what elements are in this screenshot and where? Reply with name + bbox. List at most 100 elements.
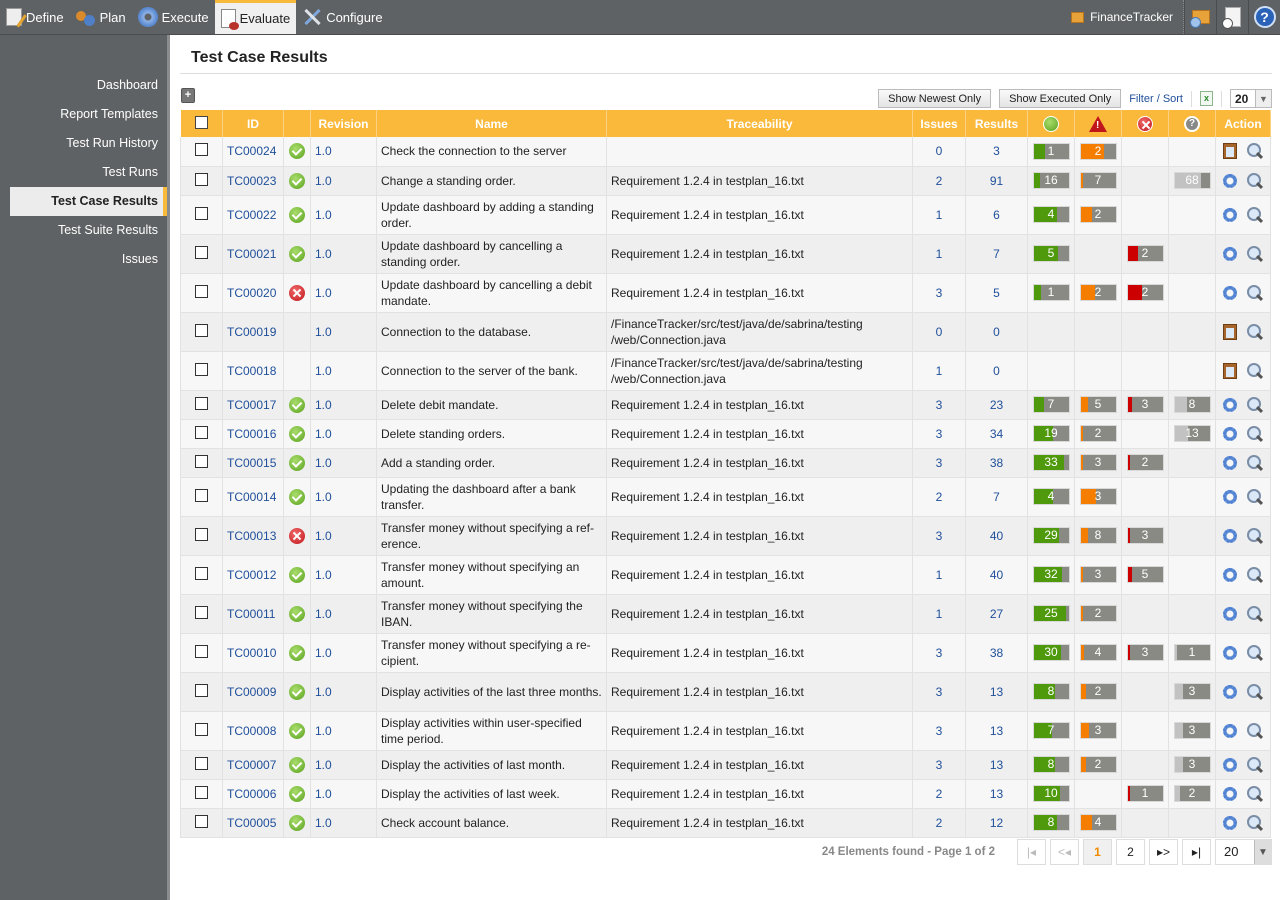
unknown-result-bar[interactable]: 3 — [1173, 722, 1211, 739]
view-details-magnifier-icon[interactable] — [1247, 323, 1263, 340]
test-case-id-link[interactable]: TC00011 — [227, 607, 275, 621]
results-count[interactable]: 13 — [965, 779, 1028, 809]
nav-configure[interactable]: Configure — [296, 0, 388, 34]
issues-count[interactable]: 3 — [912, 419, 966, 449]
view-details-magnifier-icon[interactable] — [1247, 722, 1263, 739]
revision-link[interactable]: 1.0 — [315, 724, 332, 738]
revision-link[interactable]: 1.0 — [315, 247, 332, 261]
issues-count[interactable]: 2 — [912, 808, 966, 838]
execute-gear-icon[interactable] — [1223, 285, 1237, 300]
row-checkbox[interactable] — [195, 756, 208, 770]
failed-result-bar[interactable]: 3 — [1126, 644, 1164, 661]
show-executed-only-button[interactable]: Show Executed Only — [999, 89, 1122, 108]
execute-gear-icon[interactable] — [1223, 397, 1237, 412]
header-unknown[interactable]: ? — [1168, 110, 1216, 137]
view-details-magnifier-icon[interactable] — [1247, 814, 1263, 831]
view-details-magnifier-icon[interactable] — [1247, 488, 1263, 505]
row-checkbox[interactable] — [195, 396, 208, 410]
results-count[interactable]: 0 — [965, 312, 1028, 352]
row-checkbox[interactable] — [195, 362, 208, 376]
issues-count[interactable]: 1 — [912, 351, 966, 391]
failed-result-bar[interactable]: 2 — [1126, 245, 1164, 262]
failed-result-bar[interactable]: 3 — [1126, 527, 1164, 544]
passed-result-bar[interactable]: 8 — [1032, 814, 1070, 831]
results-count[interactable]: 34 — [965, 419, 1028, 449]
row-checkbox[interactable] — [195, 814, 208, 828]
failed-result-bar[interactable]: 2 — [1126, 284, 1164, 301]
failed-result-bar[interactable]: 1 — [1126, 785, 1164, 802]
revision-link[interactable]: 1.0 — [315, 816, 332, 830]
view-details-magnifier-icon[interactable] — [1247, 527, 1263, 544]
nav-evaluate[interactable]: Evaluate — [214, 0, 297, 34]
warn-result-bar[interactable]: 4 — [1079, 644, 1117, 661]
execute-clipboard-icon[interactable] — [1223, 323, 1237, 340]
unknown-result-bar[interactable]: 8 — [1173, 396, 1211, 413]
results-count[interactable]: 6 — [965, 195, 1028, 235]
results-count[interactable]: 3 — [965, 137, 1028, 167]
test-case-id-link[interactable]: TC00020 — [227, 286, 276, 300]
unknown-result-bar[interactable]: 3 — [1173, 683, 1211, 700]
passed-result-bar[interactable]: 8 — [1032, 683, 1070, 700]
header-results[interactable]: Results — [965, 110, 1028, 137]
row-checkbox[interactable] — [195, 488, 208, 502]
results-count[interactable]: 13 — [965, 711, 1028, 751]
execute-clipboard-icon[interactable] — [1223, 362, 1237, 379]
warn-result-bar[interactable]: 2 — [1079, 683, 1117, 700]
warn-result-bar[interactable]: 5 — [1079, 396, 1117, 413]
execute-gear-icon[interactable] — [1223, 528, 1237, 543]
execute-gear-icon[interactable] — [1223, 489, 1237, 504]
passed-result-bar[interactable]: 19 — [1032, 425, 1070, 442]
passed-result-bar[interactable]: 1 — [1032, 142, 1070, 160]
row-checkbox[interactable] — [195, 527, 208, 541]
issues-count[interactable]: 1 — [912, 195, 966, 235]
select-all-checkbox[interactable] — [194, 115, 208, 129]
page-size-select[interactable]: 20 ▼ — [1230, 89, 1272, 108]
results-count[interactable]: 13 — [965, 672, 1028, 712]
test-case-id-link[interactable]: TC00014 — [227, 490, 276, 504]
warn-result-bar[interactable]: 3 — [1079, 488, 1117, 505]
header-issues[interactable]: Issues — [912, 110, 966, 137]
passed-result-bar[interactable]: 7 — [1032, 396, 1070, 413]
results-count[interactable]: 7 — [965, 477, 1028, 517]
test-case-id-link[interactable]: TC00005 — [227, 816, 276, 830]
revision-link[interactable]: 1.0 — [315, 325, 332, 339]
next-page-button[interactable]: ▸> — [1149, 839, 1178, 865]
view-details-magnifier-icon[interactable] — [1247, 425, 1263, 442]
test-case-id-link[interactable]: TC00018 — [227, 364, 276, 378]
results-count[interactable]: 38 — [965, 633, 1028, 673]
results-count[interactable]: 0 — [965, 351, 1028, 391]
sidebar-item-issues[interactable]: Issues — [0, 245, 167, 274]
revision-link[interactable]: 1.0 — [315, 529, 332, 543]
failed-result-bar[interactable]: 5 — [1126, 566, 1164, 583]
warn-result-bar[interactable]: 2 — [1079, 605, 1117, 622]
execute-gear-icon[interactable] — [1223, 606, 1237, 621]
passed-result-bar[interactable]: 10 — [1032, 785, 1070, 802]
issues-count[interactable]: 0 — [912, 312, 966, 352]
failed-result-bar[interactable]: 3 — [1126, 396, 1164, 413]
sidebar-item-test-suite-results[interactable]: Test Suite Results — [0, 216, 167, 245]
test-case-id-link[interactable]: TC00009 — [227, 685, 276, 699]
row-checkbox[interactable] — [195, 245, 208, 259]
issues-count[interactable]: 3 — [912, 390, 966, 420]
view-details-magnifier-icon[interactable] — [1247, 362, 1263, 379]
execute-clipboard-icon[interactable] — [1223, 143, 1237, 160]
row-checkbox[interactable] — [195, 143, 208, 157]
help-button[interactable]: ? — [1248, 0, 1280, 34]
warn-result-bar[interactable]: 8 — [1079, 527, 1117, 544]
row-checkbox[interactable] — [195, 425, 208, 439]
sidebar-item-test-run-history[interactable]: Test Run History — [0, 129, 167, 158]
header-id[interactable]: ID — [222, 110, 284, 137]
test-case-id-link[interactable]: TC00023 — [227, 174, 276, 188]
revision-link[interactable]: 1.0 — [315, 364, 332, 378]
sidebar-item-test-case-results[interactable]: Test Case Results — [10, 187, 167, 216]
row-checkbox[interactable] — [195, 644, 208, 658]
issues-count[interactable]: 2 — [912, 779, 966, 809]
view-details-magnifier-icon[interactable] — [1247, 683, 1263, 700]
revision-link[interactable]: 1.0 — [315, 758, 332, 772]
unknown-result-bar[interactable]: 68 — [1173, 172, 1211, 189]
sidebar-item-report-templates[interactable]: Report Templates — [0, 100, 167, 129]
revision-link[interactable]: 1.0 — [315, 787, 332, 801]
last-page-button[interactable]: ▸| — [1182, 839, 1211, 865]
view-details-magnifier-icon[interactable] — [1247, 245, 1263, 262]
warn-result-bar[interactable]: 2 — [1079, 142, 1117, 160]
